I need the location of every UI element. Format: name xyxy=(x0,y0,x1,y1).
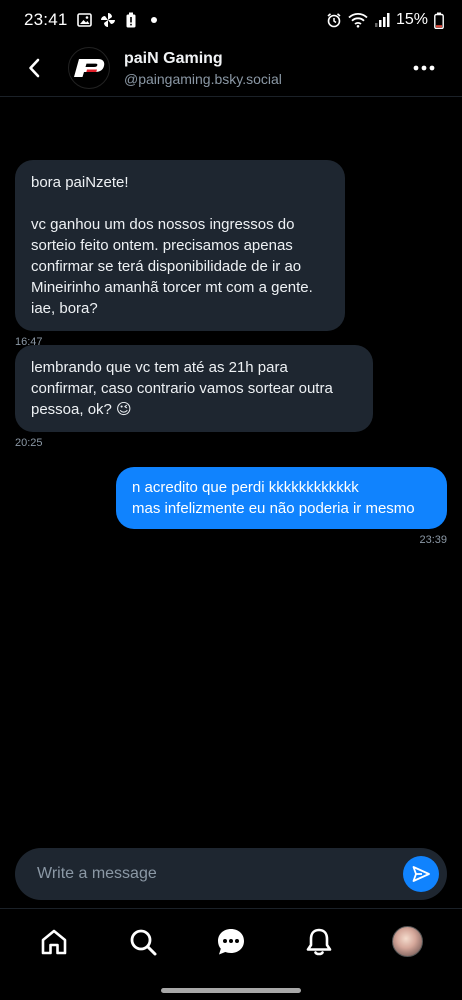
battery-alert-icon xyxy=(123,12,139,28)
signal-icon xyxy=(374,12,390,28)
incoming-message-bubble[interactable]: bora paiNzete! vc ganhou um dos nossos i… xyxy=(15,160,345,331)
status-right: 15% xyxy=(326,11,444,29)
more-options-button[interactable] xyxy=(408,52,440,84)
outgoing-message-bubble[interactable]: n acredito que perdi kkkkkkkkkkkk mas in… xyxy=(116,467,447,529)
message-input[interactable] xyxy=(37,865,403,883)
message-timestamp: 20:25 xyxy=(15,437,43,449)
conversation-header: paiN Gaming @paingaming.bsky.social xyxy=(0,40,462,97)
back-button[interactable] xyxy=(14,48,54,88)
message-item: n acredito que perdi kkkkkkkkkkkk mas in… xyxy=(116,467,447,546)
more-horizontal-icon xyxy=(413,65,435,71)
message-composer xyxy=(15,848,447,900)
message-item: bora paiNzete! vc ganhou um dos nossos i… xyxy=(15,160,345,348)
pain-logo-icon xyxy=(74,59,105,77)
gesture-bar[interactable] xyxy=(161,988,301,993)
status-time: 23:41 xyxy=(24,10,68,29)
message-item: lembrando que vc tem até as 21h para con… xyxy=(15,345,373,449)
pain-gaming-avatar[interactable] xyxy=(68,47,110,89)
bottom-navigation xyxy=(0,908,462,974)
nav-search[interactable] xyxy=(113,917,173,967)
search-icon xyxy=(130,929,157,955)
battery-icon xyxy=(434,12,444,29)
message-timestamp: 23:39 xyxy=(419,534,447,546)
send-button[interactable] xyxy=(403,856,439,892)
wifi-icon xyxy=(348,12,368,28)
notifications-icon xyxy=(307,928,332,955)
nav-profile[interactable] xyxy=(378,917,438,967)
gallery-icon xyxy=(77,12,93,28)
nav-home[interactable] xyxy=(24,917,84,967)
nav-chat[interactable] xyxy=(201,917,261,967)
profile-name: paiN Gaming xyxy=(124,49,223,67)
notification-icons xyxy=(77,12,162,28)
home-icon xyxy=(41,929,67,954)
incoming-message-bubble[interactable]: lembrando que vc tem até as 21h para con… xyxy=(15,345,373,432)
profile-text[interactable]: paiN Gaming @paingaming.bsky.social xyxy=(124,50,282,87)
chevron-left-icon xyxy=(29,58,40,78)
alarm-icon xyxy=(326,12,342,28)
profile-avatar xyxy=(392,926,424,957)
send-icon xyxy=(412,866,430,882)
status-bar: 23:41 15% xyxy=(0,0,462,40)
profile-handle: @paingaming.bsky.social xyxy=(124,70,282,87)
nav-notifications[interactable] xyxy=(289,917,349,967)
dot-icon xyxy=(146,12,162,28)
pinwheel-icon xyxy=(100,12,116,28)
chat-icon xyxy=(217,928,244,954)
battery-percent: 15% xyxy=(395,11,428,28)
message-list[interactable]: bora paiNzete! vc ganhou um dos nossos i… xyxy=(0,97,462,837)
